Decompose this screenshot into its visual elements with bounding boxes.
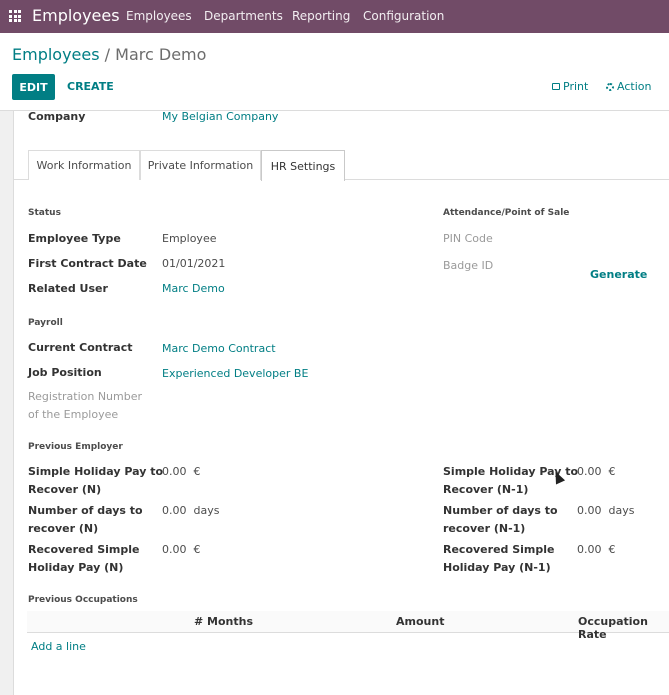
job-position-value[interactable]: Experienced Developer BE [162, 367, 308, 380]
employee-type-label: Employee Type [28, 232, 121, 245]
first-contract-date-label: First Contract Date [28, 257, 147, 270]
menu-reporting[interactable]: Reporting [292, 9, 350, 23]
current-contract-value[interactable]: Marc Demo Contract [162, 342, 276, 355]
breadcrumb: Employees / Marc Demo [12, 45, 206, 64]
days-to-recover-n-label: Number of days to recover (N) [28, 504, 143, 535]
menu-employees[interactable]: Employees [126, 9, 192, 23]
menu-configuration[interactable]: Configuration [363, 9, 444, 23]
column-occupation-rate[interactable]: Occupation Rate [578, 615, 669, 641]
related-user-value[interactable]: Marc Demo [162, 282, 225, 295]
pin-code-label: PIN Code [443, 232, 493, 245]
tab-work-information[interactable]: Work Information [28, 150, 140, 180]
print-label: Print [563, 80, 589, 93]
previous-occupations-section-title: Previous Occupations [28, 595, 138, 605]
company-label: Company [28, 110, 86, 123]
previous-employer-section-title: Previous Employer [28, 442, 123, 452]
app-title[interactable]: Employees [32, 6, 120, 25]
attendance-section-title: Attendance/Point of Sale [443, 208, 570, 218]
recovered-holiday-pay-n1-label: Recovered Simple Holiday Pay (N-1) [443, 543, 555, 574]
days-to-recover-n1-value[interactable]: 0.00 days [577, 504, 634, 517]
form-sheet: Company My Belgian Company Work Informat… [13, 110, 669, 695]
current-contract-label: Current Contract [28, 341, 133, 354]
add-a-line-link[interactable]: Add a line [31, 640, 86, 653]
create-button[interactable]: CREATE [67, 80, 114, 93]
company-value[interactable]: My Belgian Company [162, 110, 278, 123]
related-user-label: Related User [28, 282, 108, 295]
registration-number-label: Registration Number of the Employee [28, 390, 143, 421]
payroll-section-title: Payroll [28, 318, 63, 328]
days-to-recover-n1-label: Number of days to recover (N-1) [443, 504, 558, 535]
top-navbar: Employees Employees Departments Reportin… [0, 0, 669, 33]
badge-id-label: Badge ID [443, 259, 494, 272]
control-panel: Employees / Marc Demo EDIT CREATE Print … [0, 33, 669, 111]
employee-type-value[interactable]: Employee [162, 232, 216, 245]
first-contract-date-value[interactable]: 01/01/2021 [162, 257, 225, 270]
status-section-title: Status [28, 208, 61, 218]
breadcrumb-current: Marc Demo [115, 45, 207, 64]
edit-button[interactable]: EDIT [12, 74, 55, 100]
holiday-pay-n-label: Simple Holiday Pay to Recover (N) [28, 465, 164, 496]
gear-icon [606, 82, 614, 91]
tab-hr-settings[interactable]: HR Settings [261, 150, 345, 181]
breadcrumb-separator: / [104, 45, 111, 64]
holiday-pay-n-value[interactable]: 0.00 € [162, 465, 201, 478]
recovered-holiday-pay-n1-value[interactable]: 0.00 € [577, 543, 616, 556]
menu-departments[interactable]: Departments [204, 9, 283, 23]
apps-grid-icon[interactable] [9, 10, 21, 22]
column-amount[interactable]: Amount [396, 615, 444, 628]
days-to-recover-n-value[interactable]: 0.00 days [162, 504, 219, 517]
occupations-table-header: # Months Amount Occupation Rate [27, 611, 669, 641]
print-icon [552, 83, 560, 90]
action-button[interactable]: Action [606, 80, 651, 93]
generate-badge-button[interactable]: Generate [590, 268, 647, 281]
recovered-holiday-pay-n-label: Recovered Simple Holiday Pay (N) [28, 543, 140, 574]
breadcrumb-employees[interactable]: Employees [12, 45, 100, 64]
job-position-label: Job Position [28, 366, 102, 379]
tab-private-information[interactable]: Private Information [140, 150, 261, 180]
holiday-pay-n1-value[interactable]: 0.00 € [577, 465, 616, 478]
column-months[interactable]: # Months [194, 615, 253, 628]
print-button[interactable]: Print [552, 80, 588, 93]
action-label: Action [617, 80, 652, 93]
recovered-holiday-pay-n-value[interactable]: 0.00 € [162, 543, 201, 556]
